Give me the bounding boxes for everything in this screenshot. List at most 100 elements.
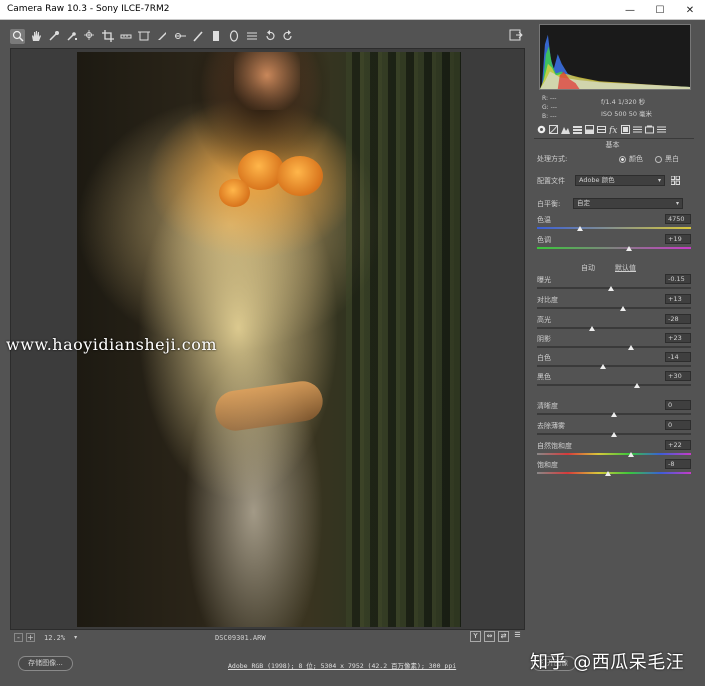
saturation-slider[interactable]: 饱和度 -8: [537, 459, 691, 480]
contrast-slider[interactable]: 对比度 +13: [537, 294, 691, 315]
profile-browser-icon[interactable]: [671, 176, 680, 185]
vibrance-slider[interactable]: 自然饱和度 +22: [537, 440, 691, 461]
temperature-thumb[interactable]: [577, 226, 584, 231]
whites-track[interactable]: [537, 365, 691, 367]
vibrance-thumb[interactable]: [627, 452, 634, 457]
auto-link[interactable]: 自动: [581, 263, 595, 273]
clarity-thumb[interactable]: [611, 412, 617, 417]
panel-menu-icon[interactable]: [657, 125, 666, 134]
wb-select[interactable]: 自定 ▾: [573, 198, 683, 209]
dehaze-value-field[interactable]: 0: [665, 420, 691, 430]
zoom-out-button[interactable]: -: [14, 633, 23, 642]
exposure-track[interactable]: [537, 287, 691, 289]
rotate-left-icon[interactable]: [262, 29, 277, 44]
tint-track[interactable]: [537, 247, 691, 249]
aperture-shutter: f/1.4 1/320 秒: [601, 98, 646, 106]
whites-value-field[interactable]: -14: [665, 352, 691, 362]
highlights-slider[interactable]: 高光 -28: [537, 314, 691, 335]
shadows-value-field[interactable]: +23: [665, 333, 691, 343]
zoom-value[interactable]: 12.2%: [44, 634, 65, 642]
profile-select[interactable]: Adobe 颜色 ▾: [575, 175, 665, 186]
close-button[interactable]: ✕: [675, 0, 705, 20]
exposure-thumb[interactable]: [607, 286, 614, 291]
vibrance-value-field[interactable]: +22: [665, 440, 691, 450]
transform-icon[interactable]: [136, 29, 151, 44]
highlights-thumb[interactable]: [589, 326, 596, 331]
view-settings-button[interactable]: ☰: [512, 631, 523, 642]
targeted-adjustment-icon[interactable]: [82, 29, 97, 44]
straighten-icon[interactable]: [118, 29, 133, 44]
blacks-thumb[interactable]: [634, 383, 641, 388]
presets-tab-icon[interactable]: [633, 125, 642, 134]
minimize-button[interactable]: —: [615, 0, 645, 20]
dehaze-thumb[interactable]: [611, 432, 617, 437]
contrast-value-field[interactable]: +13: [665, 294, 691, 304]
spot-removal-icon[interactable]: [154, 29, 169, 44]
tone-curve-tab-icon[interactable]: [549, 125, 558, 134]
whites-thumb[interactable]: [600, 364, 607, 369]
temperature-slider[interactable]: 色温 4750: [537, 214, 691, 235]
crop-icon[interactable]: [100, 29, 115, 44]
basic-tab-icon[interactable]: [537, 125, 546, 134]
effects-tab-icon[interactable]: fx: [609, 125, 618, 134]
before-after-button[interactable]: Y: [470, 631, 481, 642]
red-value: R: ---: [542, 95, 557, 102]
contrast-thumb[interactable]: [620, 306, 627, 311]
zoom-tool-icon[interactable]: [10, 28, 25, 44]
highlights-track[interactable]: [537, 327, 691, 329]
blacks-slider[interactable]: 黑色 +30: [537, 371, 691, 392]
rotate-right-icon[interactable]: [280, 29, 295, 44]
shadows-thumb[interactable]: [627, 345, 634, 350]
iso-focal: ISO 500 50 毫米: [601, 110, 653, 118]
open-preferences-icon[interactable]: [509, 28, 523, 42]
radial-filter-icon[interactable]: [226, 29, 241, 44]
tint-value-field[interactable]: +19: [665, 234, 691, 244]
chevron-down-icon[interactable]: ▾: [74, 634, 77, 641]
presets-icon[interactable]: [244, 29, 259, 44]
treatment-color-radio[interactable]: 颜色: [619, 154, 643, 164]
section-title: 基本: [605, 141, 620, 149]
swap-settings-button[interactable]: ⇔: [484, 631, 495, 642]
dehaze-slider[interactable]: 去除薄雾 0: [537, 420, 691, 441]
detail-tab-icon[interactable]: [561, 125, 570, 134]
maximize-button[interactable]: ☐: [645, 0, 675, 20]
temperature-value-field[interactable]: 4750: [665, 214, 691, 224]
copy-settings-button[interactable]: ⇄: [498, 631, 509, 642]
saturation-track[interactable]: [537, 472, 691, 474]
calibration-tab-icon[interactable]: [621, 125, 630, 134]
blacks-value-field[interactable]: +30: [665, 371, 691, 381]
shadows-track[interactable]: [537, 346, 691, 348]
contrast-track[interactable]: [537, 307, 691, 309]
title-bar: Camera Raw 10.3 - Sony ILCE-7RM2 — ☐ ✕: [0, 0, 705, 20]
tint-slider[interactable]: 色调 +19: [537, 234, 691, 255]
exposure-value-field[interactable]: -0.15: [665, 274, 691, 284]
default-link[interactable]: 默认值: [615, 263, 636, 273]
adjustment-brush-icon[interactable]: [190, 29, 205, 44]
highlights-value-field[interactable]: -28: [665, 314, 691, 324]
clarity-value-field[interactable]: 0: [665, 400, 691, 410]
exposure-slider[interactable]: 曝光 -0.15: [537, 274, 691, 295]
vibrance-track[interactable]: [537, 453, 691, 455]
hand-tool-icon[interactable]: [28, 29, 43, 44]
tint-thumb[interactable]: [626, 246, 633, 251]
save-image-button[interactable]: 存储图像...: [18, 656, 73, 671]
white-balance-icon[interactable]: [46, 29, 61, 44]
blacks-track[interactable]: [537, 384, 691, 386]
saturation-thumb[interactable]: [604, 471, 611, 476]
shadows-slider[interactable]: 阴影 +23: [537, 333, 691, 354]
graduated-filter-icon[interactable]: [208, 29, 223, 44]
hsl-tab-icon[interactable]: [573, 125, 582, 134]
temperature-track[interactable]: [537, 227, 691, 229]
zoom-in-button[interactable]: +: [26, 633, 35, 642]
whites-slider[interactable]: 白色 -14: [537, 352, 691, 373]
clarity-slider[interactable]: 清晰度 0: [537, 400, 691, 421]
color-sampler-icon[interactable]: [64, 29, 79, 44]
wb-value: 自定: [577, 199, 590, 207]
split-toning-tab-icon[interactable]: [585, 125, 594, 134]
lens-corrections-tab-icon[interactable]: [597, 125, 606, 134]
saturation-value-field[interactable]: -8: [665, 459, 691, 469]
workflow-options-link[interactable]: Adobe RGB (1998); 8 位; 5304 x 7952 (42.2…: [228, 660, 456, 670]
treatment-bw-radio[interactable]: 黑白: [655, 154, 679, 164]
snapshots-tab-icon[interactable]: [645, 125, 654, 134]
red-eye-icon[interactable]: [172, 29, 187, 44]
